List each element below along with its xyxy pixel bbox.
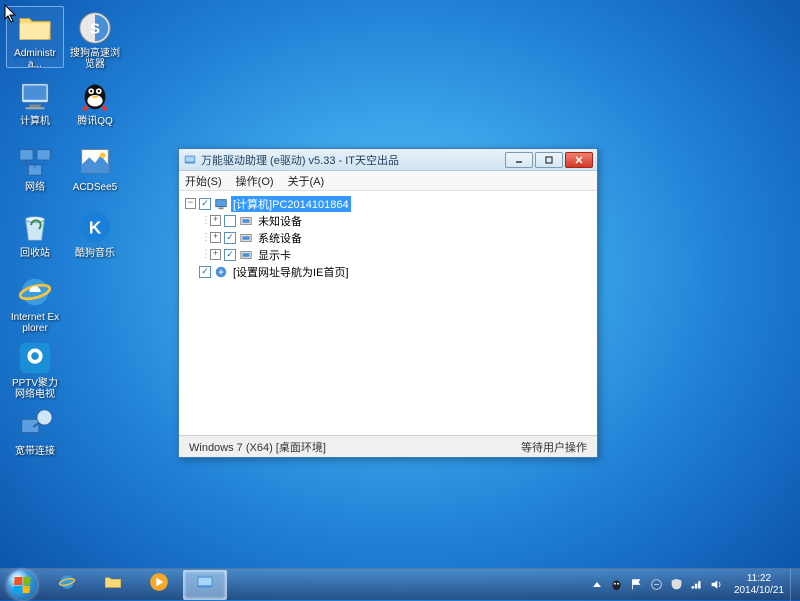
desktop-icon-pptv[interactable]: PPTV聚力 网络电视 <box>6 336 64 398</box>
menu-start[interactable]: 开始(S) <box>185 173 222 189</box>
system-tray <box>586 569 728 600</box>
maximize-button[interactable] <box>535 152 563 168</box>
tray-usb-icon[interactable] <box>650 578 664 592</box>
desktop-icon-label: 宽带连接 <box>15 446 55 457</box>
taskbar-clock[interactable]: 11:22 2014/10/21 <box>728 573 790 597</box>
menu-about[interactable]: 关于(A) <box>288 173 325 189</box>
desktop-icon-recycle-bin[interactable]: 回收站 <box>6 204 64 266</box>
desktop: Administra... 计算机网络回收站 Internet Explorer PP… <box>0 0 800 600</box>
ie-icon <box>15 273 55 311</box>
driver-icon <box>194 571 216 598</box>
tree-extra-option[interactable]: ✓ [设置网址导航为IE首页] <box>185 263 591 280</box>
mouse-cursor-icon <box>4 4 18 24</box>
desktop-icon-computer[interactable]: 计算机 <box>6 72 64 134</box>
device-icon <box>239 248 253 262</box>
svg-text:K: K <box>89 219 102 238</box>
status-bar: Windows 7 (X64) [桌面环境] 等待用户操作 <box>179 435 597 457</box>
taskbar: 11:22 2014/10/21 <box>0 568 800 600</box>
desktop-icon-label: Administra... <box>9 48 61 70</box>
desktop-icon-label: 酷狗音乐 <box>75 248 115 259</box>
taskbar-item-media-player[interactable] <box>137 570 181 600</box>
desktop-icon-broadband[interactable]: 宽带连接 <box>6 402 64 464</box>
close-button[interactable] <box>565 152 593 168</box>
checkbox[interactable]: ✓ <box>199 266 211 278</box>
tray-flag-icon[interactable] <box>630 578 644 592</box>
tree-node-label[interactable]: 未知设备 <box>256 213 304 229</box>
device-tree[interactable]: −✓[计算机]PC2014101864⋮+未知设备⋮+✓系统设备⋮+✓显示卡✓[… <box>179 191 597 435</box>
tree-node-system-devices[interactable]: ⋮+✓系统设备 <box>201 229 591 246</box>
checkbox[interactable]: ✓ <box>224 232 236 244</box>
device-icon <box>239 231 253 245</box>
folder-icon <box>102 571 124 598</box>
show-desktop-button[interactable] <box>790 569 800 601</box>
menu-operate[interactable]: 操作(O) <box>236 173 274 189</box>
collapse-icon[interactable] <box>185 266 196 277</box>
broadband-icon <box>15 405 55 445</box>
kugou-icon: K <box>75 207 115 247</box>
desktop-icon-label: 回收站 <box>20 248 50 259</box>
desktop-icon-label: PPTV聚力 网络电视 <box>9 378 61 400</box>
desktop-icon-network[interactable]: 网络 <box>6 138 64 200</box>
folder-icon <box>15 9 55 47</box>
desktop-icon-label: ACDSee5 <box>73 182 117 193</box>
sogou-icon: S <box>75 9 115 47</box>
expand-icon[interactable]: + <box>210 249 221 260</box>
desktop-icon-label: 腾讯QQ <box>77 116 113 127</box>
pptv-icon <box>15 339 55 377</box>
desktop-icon-label: Internet Explorer <box>9 312 61 334</box>
taskbar-item-driver-app[interactable] <box>183 570 227 600</box>
tree-node-unknown-devices[interactable]: ⋮+未知设备 <box>201 212 591 229</box>
qq-icon <box>75 75 115 115</box>
network-icon <box>15 141 55 181</box>
tree-node-label[interactable]: 显示卡 <box>256 247 293 263</box>
driver-helper-window: 万能驱动助理 (e驱动) v5.33 - IT天空出品 开始(S) 操作(O) … <box>178 148 598 458</box>
tray-volume-icon[interactable] <box>710 578 724 592</box>
menubar: 开始(S) 操作(O) 关于(A) <box>179 171 597 191</box>
desktop-icon-sogou-browser[interactable]: S 搜狗高速浏览器 <box>66 6 124 68</box>
tree-node-label[interactable]: [计算机]PC2014101864 <box>231 196 351 212</box>
desktop-icon-kugou[interactable]: K 酷狗音乐 <box>66 204 124 266</box>
checkbox[interactable]: ✓ <box>224 249 236 261</box>
computer-icon <box>214 197 228 211</box>
globe-icon <box>214 265 228 279</box>
status-right: 等待用户操作 <box>521 439 587 455</box>
ie-icon <box>56 571 78 598</box>
window-title: 万能驱动助理 (e驱动) v5.33 - IT天空出品 <box>201 152 505 168</box>
acdsee-icon <box>75 141 115 181</box>
desktop-icon-tencent-qq[interactable]: 腾讯QQ <box>66 72 124 134</box>
tray-up-arrow-icon[interactable] <box>590 578 604 592</box>
svg-text:S: S <box>90 21 100 38</box>
tray-network-icon[interactable] <box>690 578 704 592</box>
collapse-icon[interactable]: − <box>185 198 196 209</box>
taskbar-item-explorer[interactable] <box>91 570 135 600</box>
checkbox[interactable] <box>224 215 236 227</box>
tree-root[interactable]: −✓ [计算机]PC2014101864 <box>185 195 591 212</box>
start-button[interactable] <box>0 569 44 601</box>
desktop-icon-internet-explorer[interactable]: Internet Explorer <box>6 270 64 332</box>
expand-icon[interactable]: + <box>210 232 221 243</box>
desktop-icon-label: 搜狗高速浏览器 <box>69 48 121 70</box>
desktop-icon-acdsee[interactable]: ACDSee5 <box>66 138 124 200</box>
desktop-icon-label: 计算机 <box>20 116 50 127</box>
desktop-icon-label: 网络 <box>25 182 45 193</box>
tree-node-label[interactable]: [设置网址导航为IE首页] <box>231 264 351 280</box>
minimize-button[interactable] <box>505 152 533 168</box>
titlebar[interactable]: 万能驱动助理 (e驱动) v5.33 - IT天空出品 <box>179 149 597 171</box>
tray-qq-tray-icon[interactable] <box>610 578 624 592</box>
expand-icon[interactable]: + <box>210 215 221 226</box>
device-icon <box>239 214 253 228</box>
app-icon <box>183 153 197 167</box>
checkbox[interactable]: ✓ <box>199 198 211 210</box>
tray-security-icon[interactable] <box>670 578 684 592</box>
status-left: Windows 7 (X64) [桌面环境] <box>189 439 326 455</box>
computer-icon <box>15 75 55 115</box>
taskbar-item-ie[interactable] <box>45 570 89 600</box>
wmp-icon <box>148 571 170 598</box>
tree-node-label[interactable]: 系统设备 <box>256 230 304 246</box>
tree-node-display-adapters[interactable]: ⋮+✓显示卡 <box>201 246 591 263</box>
recycle-icon <box>15 207 55 247</box>
